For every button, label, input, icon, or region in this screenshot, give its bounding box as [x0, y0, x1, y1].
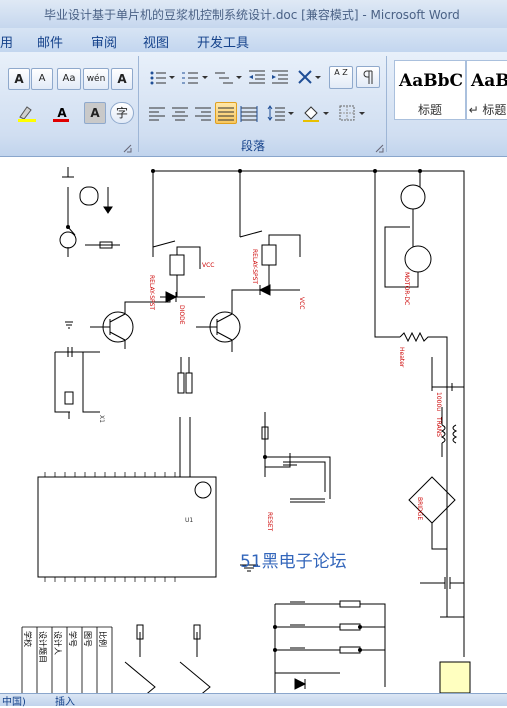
decrease-indent-icon [249, 70, 265, 84]
font-color-swatch [53, 119, 69, 122]
document-page[interactable]: RELAY-SPST RELAY-SPST MOTOR-DC Heater TR… [0, 157, 507, 693]
paragraph-dialog-launcher-icon[interactable] [375, 138, 384, 153]
cap-label: 1000u [435, 392, 442, 411]
numbering-button[interactable] [178, 66, 210, 88]
grow-font-button[interactable]: A [8, 68, 30, 90]
x1-label: X1 [98, 415, 105, 423]
title-block-cell: 学号 [68, 631, 78, 647]
align-center-icon [172, 107, 188, 121]
u1-label: U1 [185, 517, 193, 524]
title-block-cell: 比例 [98, 631, 108, 647]
shrink-font-button[interactable]: A [31, 68, 53, 90]
chinese-layout-icon [298, 70, 321, 84]
align-left-icon [149, 107, 165, 121]
align-right-button[interactable] [192, 102, 214, 124]
align-left-button[interactable] [146, 102, 168, 124]
status-language[interactable]: 中国) [2, 693, 26, 708]
increase-indent-button[interactable] [269, 66, 291, 88]
style-name: 标题 [417, 103, 442, 117]
tab-reference[interactable]: 用 [0, 32, 13, 51]
char-shading-button[interactable]: A [84, 102, 106, 124]
ribbon-tabs: 用 邮件 审阅 视图 开发工具 [0, 28, 507, 53]
bridge-label: BRIDGE [416, 497, 423, 520]
title-block-cell: 图号 [83, 631, 92, 647]
paragraph-mark-icon [363, 70, 373, 84]
highlighter-icon [18, 106, 36, 122]
clear-format-button[interactable]: Aa [57, 68, 81, 90]
reset-label: RESET [266, 512, 273, 532]
enclose-char-button[interactable]: 字 [110, 102, 134, 124]
heater-label: Heater [398, 347, 405, 368]
group-separator [138, 56, 139, 152]
chinese-layout-button[interactable] [295, 66, 325, 88]
align-center-button[interactable] [169, 102, 191, 124]
distribute-icon [240, 106, 258, 122]
increase-indent-icon [272, 70, 288, 84]
show-marks-button[interactable] [356, 66, 380, 88]
distribute-button[interactable] [238, 102, 260, 124]
bullets-icon [150, 71, 175, 85]
trans-label: TRANS [435, 416, 442, 437]
title-block-cell: 学校 [23, 631, 33, 647]
tab-view[interactable]: 视图 [143, 32, 169, 51]
multilevel-list-icon [215, 72, 242, 84]
circuit-schematic: RELAY-SPST RELAY-SPST MOTOR-DC Heater TR… [21, 167, 471, 693]
tab-mailings[interactable]: 邮件 [37, 32, 63, 51]
font-dialog-launcher-icon[interactable] [123, 138, 132, 153]
justify-icon [218, 107, 234, 121]
highlight-button[interactable] [14, 102, 42, 124]
tab-developer[interactable]: 开发工具 [197, 32, 249, 51]
borders-icon [339, 105, 365, 121]
sort-label: A Z [334, 68, 348, 77]
watermark-text: 51黑电子论坛 [240, 552, 347, 572]
diode-label: DIODE [178, 305, 185, 325]
font-color-button[interactable]: A [48, 102, 76, 124]
tab-review[interactable]: 审阅 [91, 32, 117, 51]
relay2-label: RELAY-SPST [251, 249, 258, 284]
numbering-icon [182, 72, 208, 84]
decrease-indent-button[interactable] [246, 66, 268, 88]
window-title: 毕业设计基于单片机的豆浆机控制系统设计.doc [兼容模式] - Microso… [44, 8, 460, 22]
style-sample: AaBbC [399, 71, 463, 91]
paint-bucket-icon [303, 106, 329, 122]
multilevel-list-button[interactable] [212, 66, 244, 88]
status-insert-mode[interactable]: 插入 [55, 693, 75, 708]
status-bar: 中国) 插入 [0, 693, 507, 708]
bullets-button[interactable] [146, 66, 176, 88]
style-sample: AaB [471, 71, 507, 91]
title-block-cell: 设计题目 [38, 631, 48, 663]
phonetic-guide-button[interactable]: wén [83, 68, 109, 90]
shading-button[interactable] [300, 102, 332, 124]
justify-button[interactable] [215, 102, 237, 124]
style-name: ↵ 标题 [468, 103, 507, 117]
paragraph-group-label: 段落 [241, 139, 266, 153]
ribbon: A A Aa wén A A A 字 A Z 段落 AaBbC 标题 AaB ↵… [0, 52, 507, 157]
motor-label: MOTOR-DC [403, 272, 410, 305]
relay1-label: RELAY-SPST [148, 275, 155, 310]
vcc1-label: VCC [202, 262, 214, 269]
font-color-label: A [57, 106, 67, 120]
title-block-cell: 设计人 [53, 631, 63, 655]
sort-button[interactable]: A Z [329, 66, 353, 89]
char-border-button[interactable]: A [111, 68, 133, 90]
style-heading2[interactable]: AaB ↵ 标题 [466, 60, 507, 120]
title-bar: 毕业设计基于单片机的豆浆机控制系统设计.doc [兼容模式] - Microso… [0, 0, 507, 28]
align-right-icon [195, 107, 211, 121]
vcc2-label: VCC [298, 297, 305, 309]
style-heading1[interactable]: AaBbC 标题 [394, 60, 466, 120]
borders-button[interactable] [336, 102, 368, 124]
group-separator [386, 56, 387, 152]
line-spacing-button[interactable] [265, 102, 297, 124]
line-spacing-icon [267, 105, 294, 121]
